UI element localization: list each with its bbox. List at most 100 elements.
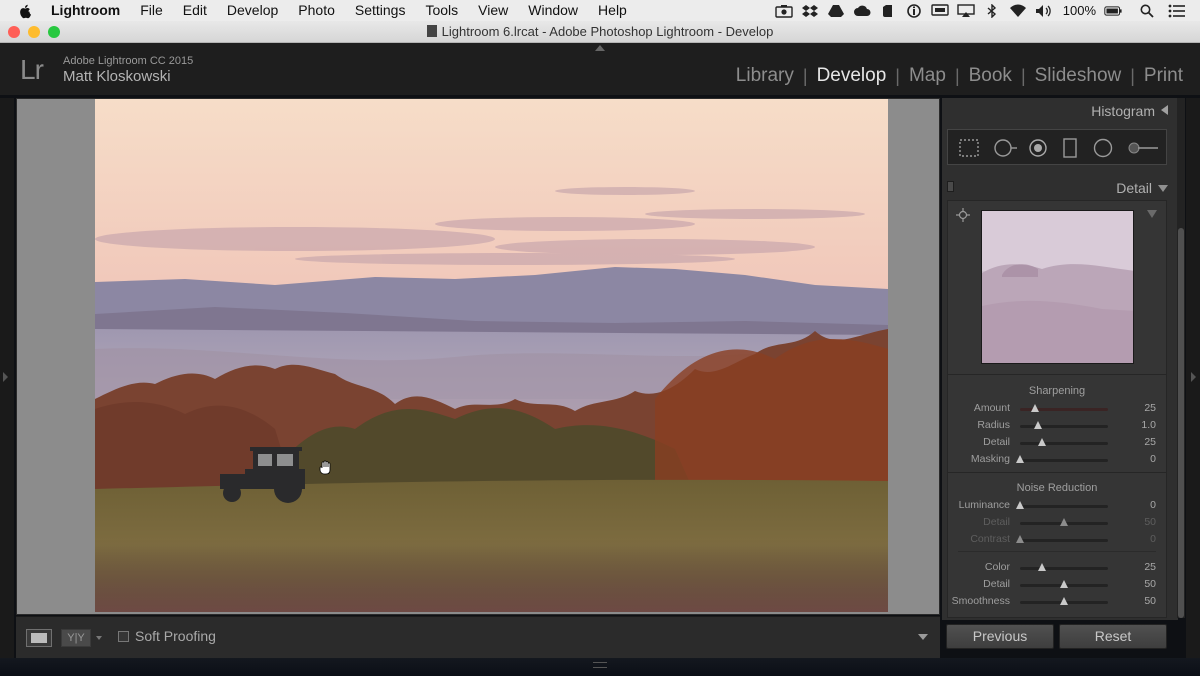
slider-value[interactable]: 1.0 (1141, 419, 1156, 431)
menu-view[interactable]: View (468, 0, 518, 21)
before-after-menu-icon[interactable] (96, 636, 102, 640)
radial-filter-tool-icon[interactable] (1092, 138, 1114, 158)
slider-row-detail: Detail 50 (948, 515, 1166, 531)
photo-viewer[interactable] (16, 98, 940, 615)
slider-value[interactable]: 0 (1150, 533, 1156, 545)
tool-strip (947, 129, 1167, 165)
top-panel-toggle[interactable] (595, 45, 605, 51)
slider-track[interactable] (1020, 518, 1108, 526)
slider-track[interactable] (1020, 421, 1108, 429)
histogram-header[interactable]: Histogram (1091, 103, 1168, 119)
apple-icon[interactable] (17, 3, 33, 19)
notification-center-icon[interactable] (1168, 4, 1186, 18)
menu-lightroom[interactable]: Lightroom (45, 0, 130, 21)
slider-track[interactable] (1020, 563, 1108, 571)
spot-removal-tool-icon[interactable] (992, 138, 1020, 158)
panel-switch-toggle[interactable] (947, 181, 954, 192)
module-book[interactable]: Book (960, 65, 1021, 87)
adjustment-brush-tool-icon[interactable] (1126, 138, 1160, 158)
module-print[interactable]: Print (1135, 65, 1192, 87)
preview-menu-icon[interactable] (1147, 210, 1157, 218)
noise-reduction-title: Noise Reduction (1016, 482, 1098, 494)
slider-value[interactable]: 0 (1150, 499, 1156, 511)
photo-image[interactable] (95, 99, 888, 612)
slider-track[interactable] (1020, 597, 1108, 605)
detail-panel-header[interactable]: Detail (1116, 180, 1168, 196)
menu-tools[interactable]: Tools (415, 0, 468, 21)
slider-thumb[interactable] (1038, 438, 1046, 446)
menu-help[interactable]: Help (588, 0, 637, 21)
target-adjustment-icon[interactable] (956, 208, 970, 222)
before-after-button[interactable]: Y|Y (61, 629, 91, 647)
reset-button[interactable]: Reset (1059, 624, 1167, 649)
slider-value[interactable]: 25 (1144, 436, 1156, 448)
slider-track[interactable] (1020, 438, 1108, 446)
slider-track[interactable] (1016, 501, 1108, 509)
soft-proofing-checkbox[interactable] (118, 631, 129, 642)
previous-button[interactable]: Previous (946, 624, 1054, 649)
slider-label: Detail (983, 578, 1010, 590)
slider-track[interactable] (1016, 535, 1108, 543)
slider-row-masking: Masking 0 (948, 452, 1166, 468)
crop-tool-icon[interactable] (958, 138, 980, 158)
slider-track[interactable] (1020, 404, 1108, 412)
slider-row-amount: Amount 25 (948, 401, 1166, 417)
slider-value[interactable]: 50 (1144, 595, 1156, 607)
right-panel-toggle[interactable] (1186, 98, 1200, 658)
graduated-filter-tool-icon[interactable] (1062, 138, 1078, 158)
red-eye-tool-icon[interactable] (1028, 138, 1048, 158)
slider-thumb[interactable] (1038, 563, 1046, 571)
creative-cloud-icon[interactable] (853, 4, 871, 18)
landscape-photo (95, 99, 888, 612)
slider-thumb[interactable] (1016, 501, 1024, 509)
module-library[interactable]: Library (727, 65, 803, 87)
screen-icon[interactable] (931, 3, 949, 18)
slider-thumb[interactable] (1016, 535, 1024, 543)
menu-edit[interactable]: Edit (173, 0, 217, 21)
airplay-icon[interactable] (957, 3, 975, 18)
detail-zoom-preview[interactable] (981, 210, 1134, 364)
slider-label: Masking (970, 453, 1010, 465)
slider-thumb[interactable] (1060, 580, 1068, 588)
slider-track[interactable] (1020, 580, 1108, 588)
menu-settings[interactable]: Settings (345, 0, 416, 21)
module-slideshow[interactable]: Slideshow (1026, 65, 1131, 87)
camera-icon[interactable] (775, 4, 793, 18)
slider-thumb[interactable] (1060, 518, 1068, 526)
slider-value[interactable]: 50 (1144, 516, 1156, 528)
dropbox-icon[interactable] (801, 4, 819, 18)
slider-value[interactable]: 0 (1150, 453, 1156, 465)
battery-icon[interactable] (1104, 4, 1122, 18)
slider-track[interactable] (1016, 455, 1108, 463)
slider-thumb[interactable] (1030, 404, 1039, 412)
menu-develop[interactable]: Develop (217, 0, 288, 21)
wifi-icon[interactable] (1009, 4, 1027, 18)
slider-value[interactable]: 25 (1144, 561, 1156, 573)
bluetooth-icon[interactable] (983, 3, 1001, 18)
left-panel-toggle[interactable] (0, 98, 14, 658)
slider-thumb[interactable] (1060, 597, 1068, 605)
info-icon[interactable] (905, 3, 923, 18)
filmstrip-toggle-bar[interactable] (0, 658, 1200, 676)
volume-icon[interactable] (1035, 4, 1053, 18)
slider-thumb[interactable] (1033, 421, 1042, 429)
menu-file[interactable]: File (130, 0, 173, 21)
right-panel-scrollbar[interactable] (1177, 98, 1185, 618)
soft-proofing-label[interactable]: Soft Proofing (135, 628, 216, 644)
drive-icon[interactable] (827, 4, 845, 18)
spotlight-icon[interactable] (1138, 4, 1156, 18)
slider-value[interactable]: 25 (1144, 402, 1156, 414)
menu-window[interactable]: Window (518, 0, 588, 21)
slider-thumb[interactable] (1016, 455, 1024, 463)
lightroom-logo: Lr (20, 54, 44, 85)
slider-label: Radius (977, 419, 1010, 431)
loupe-view-button[interactable] (26, 629, 52, 647)
scroll-thumb[interactable] (1178, 228, 1184, 618)
slider-value[interactable]: 50 (1144, 578, 1156, 590)
toolbar-content-menu-icon[interactable] (918, 634, 928, 640)
module-map[interactable]: Map (900, 65, 955, 87)
menu-photo[interactable]: Photo (288, 0, 345, 21)
evernote-icon[interactable] (879, 4, 897, 18)
module-develop[interactable]: Develop (808, 65, 896, 87)
slider-label: Smoothness (951, 595, 1010, 607)
